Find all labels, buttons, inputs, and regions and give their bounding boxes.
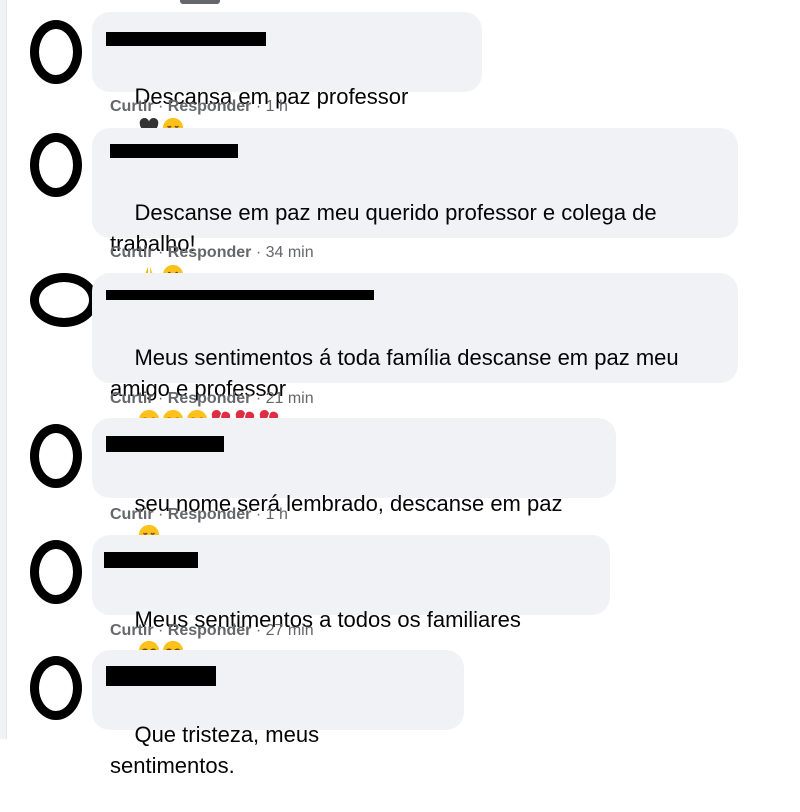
- redacted-author-name[interactable]: [106, 290, 374, 300]
- redacted-author-name[interactable]: [104, 552, 198, 568]
- reply-link[interactable]: Responder: [168, 390, 252, 407]
- comment-timestamp[interactable]: 27 min: [266, 622, 314, 639]
- comment-actions: Curtir · Responder · 1 h: [110, 98, 288, 116]
- like-link[interactable]: Curtir: [110, 622, 154, 639]
- separator: ·: [158, 390, 164, 407]
- comment-text: Que tristeza, meus sentimentos.: [110, 722, 326, 778]
- separator: ·: [255, 98, 262, 115]
- redacted-author-name[interactable]: [110, 144, 238, 158]
- avatar-redacted[interactable]: [30, 424, 82, 488]
- reply-link[interactable]: Responder: [168, 98, 252, 115]
- comment-bubble: Descanse em paz meu querido professor e …: [92, 128, 738, 286]
- comment-timestamp[interactable]: 34 min: [266, 244, 314, 261]
- avatar-redacted[interactable]: [30, 656, 82, 720]
- previous-comment-edge: [180, 0, 220, 4]
- page-left-border: [0, 0, 7, 739]
- comment-timestamp[interactable]: 1 h: [266, 98, 288, 115]
- like-link[interactable]: Curtir: [110, 390, 154, 407]
- comment-actions: Curtir · Responder · 27 min: [110, 622, 314, 640]
- redacted-author-name[interactable]: [106, 666, 216, 686]
- comment-bubble: Meus sentimentos a todos os familiares: [92, 535, 610, 662]
- separator: ·: [255, 390, 262, 407]
- separator: ·: [255, 506, 262, 523]
- avatar-redacted[interactable]: [30, 133, 82, 197]
- avatar-redacted[interactable]: [30, 20, 82, 84]
- reply-link[interactable]: Responder: [168, 622, 252, 639]
- comment-actions: Curtir · Responder · 21 min: [110, 390, 314, 408]
- comment-actions: Curtir · Responder · 34 min: [110, 244, 314, 262]
- separator: ·: [158, 98, 164, 115]
- avatar-redacted[interactable]: [30, 540, 82, 604]
- reply-link[interactable]: Responder: [168, 244, 252, 261]
- comment-bubble: seu nome será lembrado, descanse em paz: [92, 418, 616, 546]
- comment-timestamp[interactable]: 21 min: [266, 390, 314, 407]
- redacted-author-name[interactable]: [106, 436, 224, 452]
- separator: ·: [255, 244, 262, 261]
- separator: ·: [255, 622, 262, 639]
- comment-timestamp[interactable]: 1 h: [266, 506, 288, 523]
- reply-link[interactable]: Responder: [168, 506, 252, 523]
- comment-bubble: Que tristeza, meus sentimentos.: [92, 650, 464, 778]
- comment-actions: Curtir · Responder · 1 h: [110, 506, 288, 524]
- like-link[interactable]: Curtir: [110, 244, 154, 261]
- separator: ·: [158, 622, 164, 639]
- like-link[interactable]: Curtir: [110, 98, 154, 115]
- comment-bubble: Meus sentimentos á toda família descanse…: [92, 273, 738, 431]
- separator: ·: [158, 244, 164, 261]
- comment-bubble: Descansa em paz professor: [92, 12, 482, 139]
- avatar-redacted[interactable]: [30, 273, 98, 327]
- redacted-author-name[interactable]: [106, 32, 266, 46]
- separator: ·: [158, 506, 164, 523]
- like-link[interactable]: Curtir: [110, 506, 154, 523]
